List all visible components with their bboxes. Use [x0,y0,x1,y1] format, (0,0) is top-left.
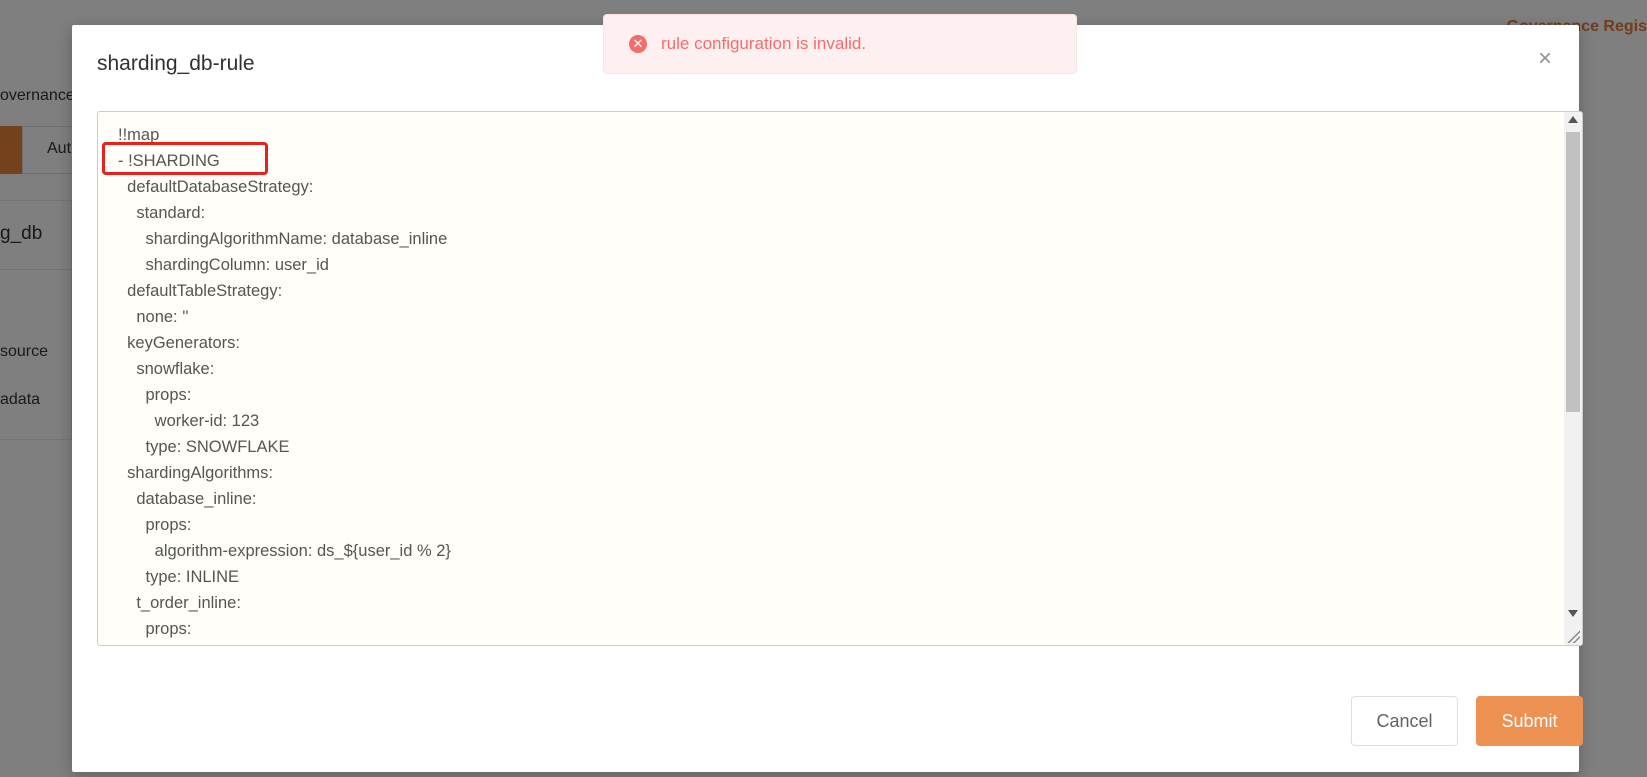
highlight-annotation [102,142,268,175]
editor-line: snowflake: [118,360,215,378]
editor-line: shardingAlgorithmName: database_inline [118,230,448,248]
submit-button[interactable]: Submit [1476,696,1583,746]
scroll-thumb[interactable] [1566,132,1580,412]
editor-line: keyGenerators: [118,334,240,352]
editor-line: defaultDatabaseStrategy: [118,178,314,196]
dialog-title: sharding_db-rule [97,52,255,75]
scroll-up-arrow-icon[interactable] [1568,116,1578,123]
editor-line: worker-id: 123 [118,412,260,430]
editor-line: type: SNOWFLAKE [118,438,290,456]
close-icon[interactable]: × [1533,47,1557,71]
error-circle-icon: ✕ [629,35,647,53]
editor-line: defaultTableStrategy: [118,282,283,300]
scroll-down-arrow-icon[interactable] [1568,610,1578,617]
editor-line: props: [118,386,192,404]
editor-scrollbar[interactable] [1564,112,1582,645]
editor-line: type: INLINE [118,568,240,586]
editor-line: algorithm-expression: ds_${user_id % 2} [118,542,451,560]
editor-line: none: '' [118,308,189,326]
editor-line: database_inline: [118,490,257,508]
error-message-text: rule configuration is invalid. [661,34,867,53]
rule-config-textarea[interactable]: !!map - !SHARDING defaultDatabaseStrategy… [97,111,1583,646]
editor-line: t_order_inline: [118,594,241,612]
editor-line: props: [118,620,192,638]
rule-edit-dialog: sharding_db-rule × !!map - !SHARDING defa… [72,25,1583,772]
resize-handle-icon[interactable] [1566,629,1580,643]
editor-line: shardingAlgorithms: [118,464,273,482]
editor-line: standard: [118,204,206,222]
error-message-toast: ✕ rule configuration is invalid. [603,14,1077,74]
editor-content[interactable]: !!map - !SHARDING defaultDatabaseStrategy… [118,122,451,642]
editor-line: shardingColumn: user_id [118,256,329,274]
editor-line: props: [118,516,192,534]
cancel-button[interactable]: Cancel [1351,696,1458,746]
